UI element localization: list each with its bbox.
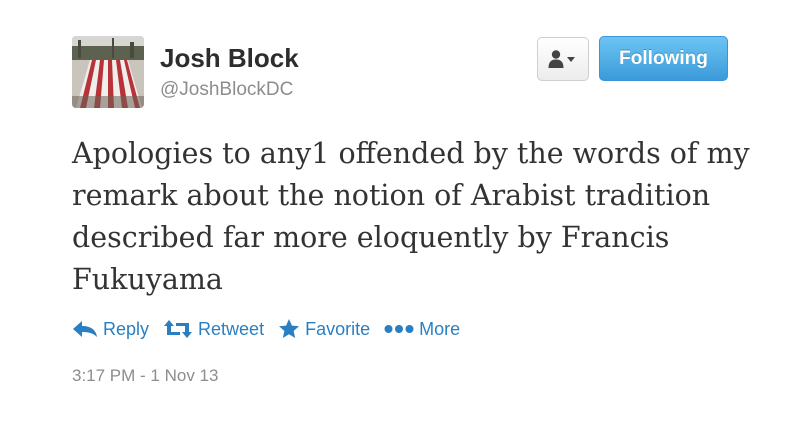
star-icon — [278, 318, 300, 340]
user-display-name[interactable]: Josh Block — [160, 42, 299, 74]
favorite-button[interactable]: Favorite — [278, 318, 370, 340]
more-button[interactable]: More — [384, 319, 460, 340]
person-dropdown-icon — [548, 50, 575, 68]
more-label: More — [419, 318, 461, 339]
tweet-text: Apologies to any1 offended by the words … — [72, 137, 750, 296]
tweet-timestamp[interactable]: 3:17 PM - 1 Nov 13 — [72, 366, 218, 386]
user-actions-dropdown-button[interactable] — [537, 37, 589, 81]
flag-photo-avatar-icon — [72, 36, 144, 108]
more-dots-icon — [384, 324, 414, 334]
reply-button[interactable]: Reply — [72, 319, 149, 340]
reply-label: Reply — [103, 318, 150, 339]
retweet-button[interactable]: Retweet — [163, 319, 264, 340]
reply-icon — [72, 320, 98, 338]
retweet-icon — [163, 319, 193, 339]
user-handle[interactable]: @JoshBlockDC — [160, 78, 293, 102]
user-avatar[interactable] — [72, 36, 144, 108]
following-button[interactable]: Following — [599, 36, 728, 81]
favorite-label: Favorite — [305, 318, 371, 339]
tweet-actions: Reply Retweet Favorite More — [72, 316, 474, 342]
tweet-card: Josh Block @JoshBlockDC Following Apolog… — [0, 0, 800, 428]
retweet-label: Retweet — [198, 318, 265, 339]
